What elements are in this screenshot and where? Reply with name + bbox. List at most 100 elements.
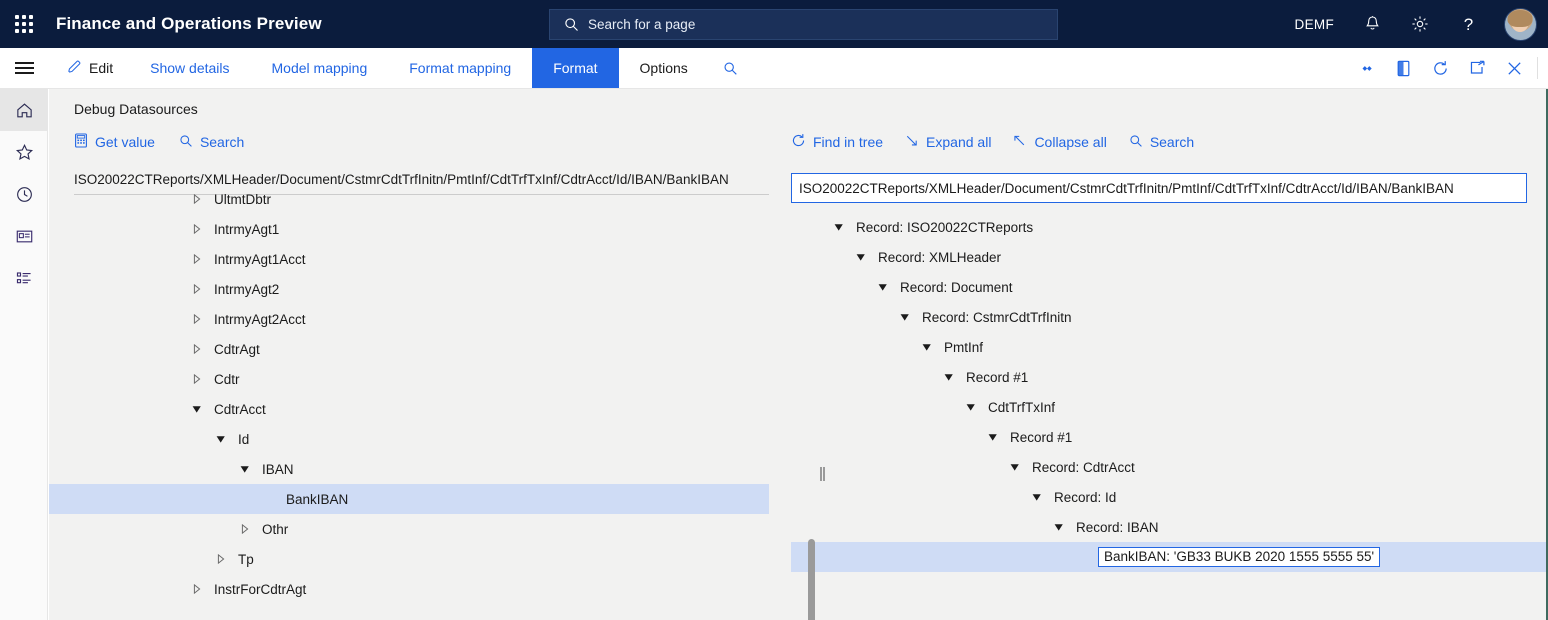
tab-format-mapping[interactable]: Format mapping: [388, 48, 532, 88]
gear-icon[interactable]: [1396, 0, 1444, 48]
chevron-right-icon[interactable]: [189, 254, 205, 264]
tab-search-icon[interactable]: [709, 48, 752, 88]
tree-row[interactable]: Record #1: [791, 422, 1548, 452]
tree-node-label: IntrmyAgt2Acct: [205, 312, 306, 327]
rail-item-modules[interactable]: [0, 257, 48, 299]
tree-row[interactable]: IntrmyAgt2: [49, 274, 769, 304]
chevron-right-icon[interactable]: [189, 314, 205, 324]
chevron-down-icon[interactable]: [963, 403, 979, 412]
rail-item-recent[interactable]: [0, 173, 48, 215]
tree-row[interactable]: Record: Id: [791, 482, 1548, 512]
notification-bell-icon[interactable]: [1348, 0, 1396, 48]
attach-link-icon[interactable]: [1348, 48, 1385, 88]
chevron-right-icon[interactable]: [189, 344, 205, 354]
tree-row[interactable]: Record: ISO20022CTReports: [791, 212, 1548, 242]
chevron-down-icon[interactable]: [213, 435, 229, 444]
chevron-right-icon[interactable]: [189, 584, 205, 594]
close-icon[interactable]: [1496, 48, 1533, 88]
expand-all-button[interactable]: Expand all: [905, 134, 991, 151]
tree-row[interactable]: Othr: [49, 514, 769, 544]
left-tree-scrollbar-thumb[interactable]: [808, 539, 815, 620]
tab-edit[interactable]: Edit: [48, 48, 129, 88]
right-path-input[interactable]: ISO20022CTReports/XMLHeader/Document/Cst…: [791, 173, 1527, 203]
app-window: Finance and Operations Preview Search fo…: [0, 0, 1548, 620]
get-value-label: Get value: [95, 134, 155, 150]
tree-row[interactable]: Record: CstmrCdtTrfInitn: [791, 302, 1548, 332]
tree-row[interactable]: PmtInf: [791, 332, 1548, 362]
chevron-down-icon[interactable]: [853, 253, 869, 262]
chevron-down-icon[interactable]: [1051, 523, 1067, 532]
tab-model-mapping[interactable]: Model mapping: [251, 48, 389, 88]
tree-row[interactable]: Cdtr: [49, 364, 769, 394]
recent-clock-icon: [15, 185, 34, 204]
chevron-down-icon[interactable]: [1007, 463, 1023, 472]
chevron-right-icon[interactable]: [237, 524, 253, 534]
tree-row-selected[interactable]: BankIBAN: [49, 484, 769, 514]
tree-row[interactable]: InstrForCdtrAgt: [49, 574, 769, 598]
tree-row[interactable]: IBAN: [49, 454, 769, 484]
search-icon: [179, 134, 193, 151]
chevron-down-icon[interactable]: [941, 373, 957, 382]
refresh-circle-icon: [791, 133, 806, 151]
company-code-button[interactable]: DEMF: [1281, 0, 1348, 48]
chevron-down-icon[interactable]: [919, 343, 935, 352]
tree-row[interactable]: CdtTrfTxInf: [791, 392, 1548, 422]
tab-list: Edit Show details Model mapping Format m…: [48, 48, 752, 88]
help-question-icon[interactable]: ?: [1444, 0, 1492, 48]
refresh-icon[interactable]: [1422, 48, 1459, 88]
tree-row[interactable]: Tp: [49, 544, 769, 574]
chevron-right-icon[interactable]: [189, 224, 205, 234]
panel-splitter-handle[interactable]: [820, 467, 825, 481]
tree-node-label: Id: [229, 432, 249, 447]
collapse-all-button[interactable]: Collapse all: [1013, 134, 1106, 151]
tree-node-label: IntrmyAgt1: [205, 222, 279, 237]
tree-row[interactable]: IntrmyAgt1: [49, 214, 769, 244]
collapse-all-label: Collapse all: [1034, 134, 1106, 150]
tree-row[interactable]: Record: XMLHeader: [791, 242, 1548, 272]
rail-item-favorites[interactable]: [0, 131, 48, 173]
left-datasource-tree[interactable]: UltmtDbtrIntrmyAgt1IntrmyAgt1AcctIntrmyA…: [49, 184, 769, 598]
tree-row[interactable]: UltmtDbtr: [49, 184, 769, 214]
chevron-right-icon[interactable]: [213, 554, 229, 564]
find-in-tree-button[interactable]: Find in tree: [791, 133, 883, 151]
toolbar-divider: [1537, 57, 1538, 79]
tab-show-details[interactable]: Show details: [129, 48, 250, 88]
rail-item-home[interactable]: [0, 89, 48, 131]
chevron-down-icon[interactable]: [1029, 493, 1045, 502]
tree-row[interactable]: Record: CdtrAcct: [791, 452, 1548, 482]
left-tree-scrollbar[interactable]: [806, 539, 816, 620]
tree-row[interactable]: Id: [49, 424, 769, 454]
tree-row[interactable]: Record: Document: [791, 272, 1548, 302]
tree-row[interactable]: IntrmyAgt2Acct: [49, 304, 769, 334]
chevron-down-icon[interactable]: [189, 405, 205, 414]
tree-row[interactable]: IntrmyAgt1Acct: [49, 244, 769, 274]
chevron-right-icon[interactable]: [189, 194, 205, 204]
tree-row[interactable]: CdtrAgt: [49, 334, 769, 364]
tab-options[interactable]: Options: [619, 48, 709, 88]
tree-row[interactable]: Record: IBAN: [791, 512, 1548, 542]
right-search-button[interactable]: Search: [1129, 134, 1194, 151]
tree-row[interactable]: Record #1: [791, 362, 1548, 392]
find-in-tree-label: Find in tree: [813, 134, 883, 150]
tree-row-selected[interactable]: BankIBAN: 'GB33 BUKB 2020 1555 5555 55': [791, 542, 1548, 572]
waffle-menu-icon[interactable]: [0, 0, 48, 48]
tree-row[interactable]: CdtrAcct: [49, 394, 769, 424]
user-avatar[interactable]: [1492, 0, 1548, 48]
navigation-menu-icon[interactable]: [0, 48, 48, 88]
open-in-new-window-icon[interactable]: [1459, 48, 1496, 88]
chevron-down-icon[interactable]: [875, 283, 891, 292]
tree-node-label: BankIBAN: [277, 492, 348, 507]
chevron-down-icon[interactable]: [985, 433, 1001, 442]
chevron-right-icon[interactable]: [189, 284, 205, 294]
rail-item-workspaces[interactable]: [0, 215, 48, 257]
office-app-icon[interactable]: [1385, 48, 1422, 88]
tab-format[interactable]: Format: [532, 48, 618, 88]
chevron-right-icon[interactable]: [189, 374, 205, 384]
right-result-tree[interactable]: Record: ISO20022CTReportsRecord: XMLHead…: [791, 212, 1548, 620]
left-search-button[interactable]: Search: [179, 134, 244, 151]
chevron-down-icon[interactable]: [897, 313, 913, 322]
chevron-down-icon[interactable]: [237, 465, 253, 474]
global-search-input[interactable]: Search for a page: [549, 9, 1058, 40]
get-value-button[interactable]: Get value: [74, 133, 155, 151]
chevron-down-icon[interactable]: [831, 223, 847, 232]
